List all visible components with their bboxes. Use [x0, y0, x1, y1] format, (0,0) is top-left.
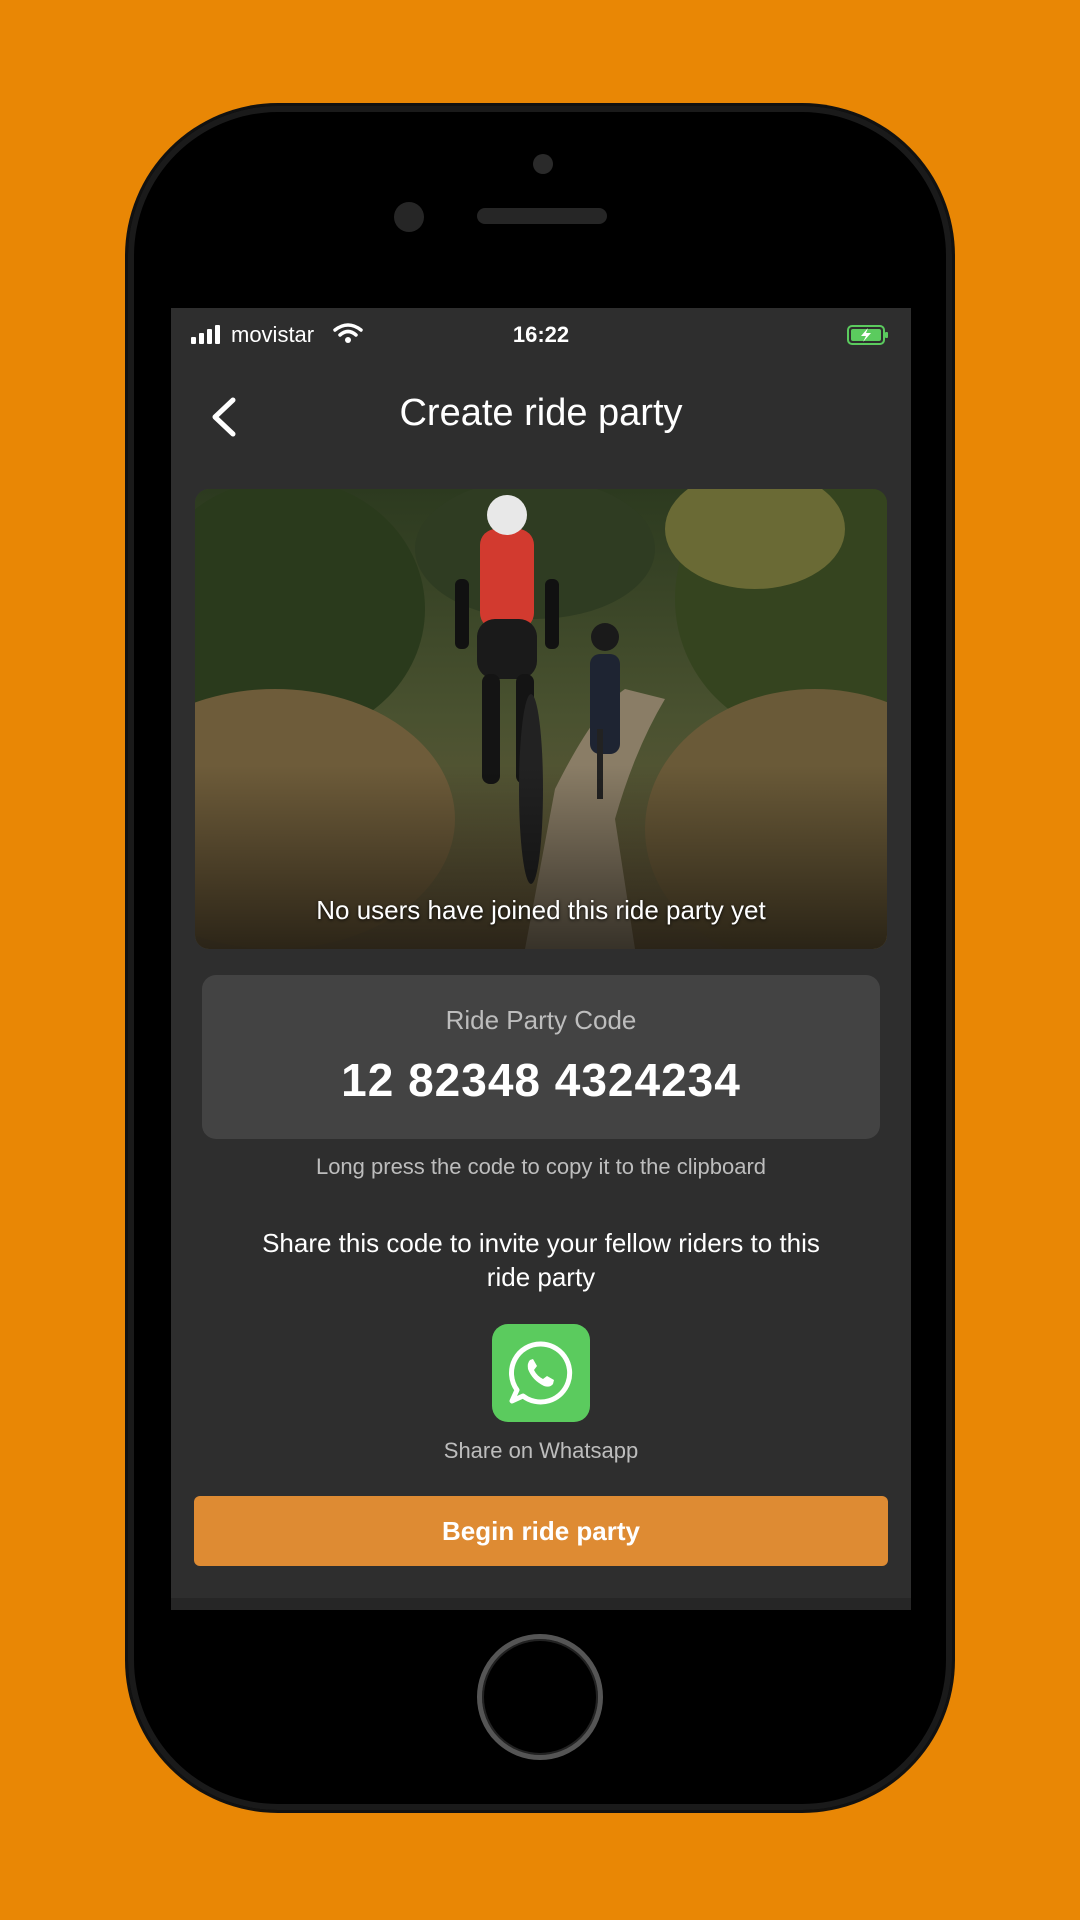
battery-charging-icon	[847, 324, 888, 345]
ride-party-code-card[interactable]: Ride Party Code 12 82348 4324234	[202, 975, 880, 1139]
share-instructions: Share this code to invite your fellow ri…	[262, 1228, 820, 1292]
proximity-sensor	[533, 154, 553, 174]
home-button[interactable]	[477, 1634, 603, 1760]
status-time: 16:22	[512, 322, 570, 347]
share-whatsapp-button[interactable]	[492, 1324, 590, 1422]
begin-ride-party-button[interactable]: Begin ride party	[194, 1496, 888, 1566]
earpiece-speaker	[477, 208, 607, 224]
cyclists-trail-photo	[195, 489, 887, 949]
front-camera	[394, 202, 424, 232]
screen-bottom-edge	[171, 1598, 911, 1610]
ride-party-code[interactable]: 12 82348 4324234	[202, 1053, 880, 1107]
navigation-bar: Create ride party	[171, 362, 911, 472]
status-bar: movistar 16:22	[171, 308, 911, 362]
code-label: Ride Party Code	[445, 1005, 637, 1035]
copy-hint: Long press the code to copy it to the cl…	[315, 1154, 767, 1179]
whatsapp-label: Share on Whatsapp	[443, 1438, 639, 1463]
app-screen: movistar 16:22 Create ride party No user…	[171, 308, 911, 1610]
whatsapp-icon	[509, 1341, 573, 1405]
page-title: Create ride party	[399, 392, 683, 434]
ride-party-hero-image: No users have joined this ride party yet	[195, 489, 887, 949]
no-users-caption: No users have joined this ride party yet	[316, 895, 766, 925]
